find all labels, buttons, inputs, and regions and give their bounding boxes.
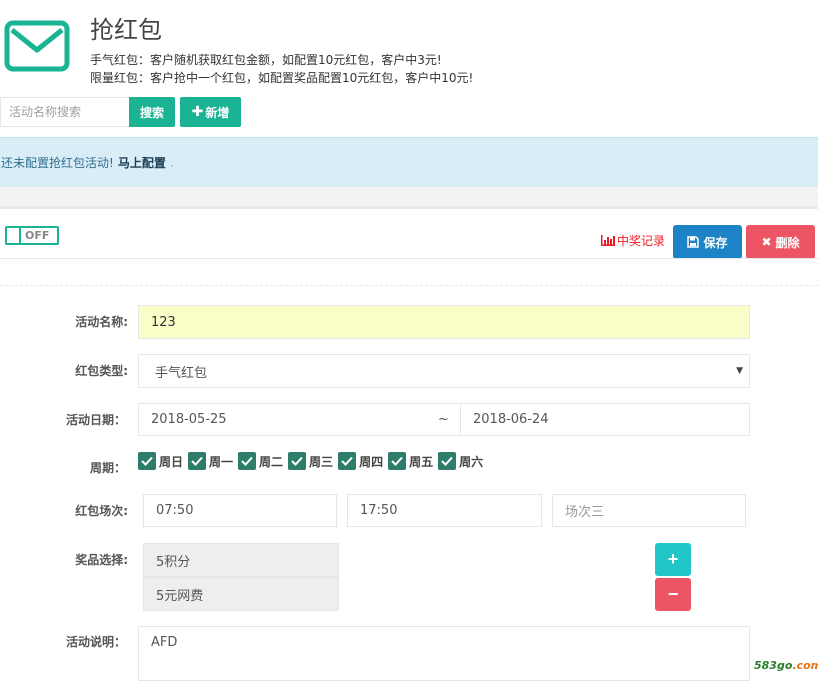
save-button-label: 保存 (703, 235, 728, 250)
status-toggle[interactable]: OFF (5, 226, 59, 245)
close-icon: ✖ (761, 235, 772, 249)
weekday-label: 周一 (209, 454, 234, 469)
packet-type-label: 红包类型: (75, 364, 128, 378)
check-icon (138, 452, 156, 470)
add-button-label: 新增 (205, 105, 230, 120)
win-record-link[interactable]: 中奖记录 (601, 232, 665, 249)
configure-now-link[interactable]: 马上配置 (118, 154, 166, 171)
session3-input[interactable]: 场次三 (552, 494, 746, 527)
plus-icon: + (667, 549, 679, 569)
win-record-label: 中奖记录 (617, 234, 666, 248)
description-limited: 限量红包：客户抢中一个红包，如配置奖品配置10元红包，客户中10元! (90, 71, 474, 85)
weekday-sun[interactable]: 周日 (138, 452, 183, 470)
envelope-icon (4, 20, 70, 72)
check-icon (438, 452, 457, 470)
weekday-label: 周日 (159, 454, 184, 469)
activity-desc-textarea[interactable]: AFD (138, 626, 750, 681)
prize-item[interactable]: 5元网费 (143, 577, 339, 611)
session-label: 红包场次: (75, 504, 128, 518)
check-icon (288, 452, 307, 470)
search-input[interactable] (0, 97, 129, 127)
prize-item[interactable]: 5积分 (143, 543, 339, 577)
toggle-label: OFF (25, 229, 50, 242)
check-icon (388, 452, 407, 470)
activity-name-label: 活动名称: (75, 315, 128, 329)
page-title: 抢红包 (90, 16, 162, 44)
weekday-label: 周二 (259, 454, 284, 469)
remove-prize-button[interactable]: − (655, 578, 691, 611)
session1-input[interactable]: 07:50 (143, 494, 337, 527)
weekday-fri[interactable]: 周五 (388, 452, 433, 470)
weekday-checkboxes: 周日 周一 周二 周三 周四 周五 周六 (138, 452, 488, 470)
weekday-label: 周四 (359, 454, 384, 469)
plus-icon: ✚ (191, 104, 204, 120)
packet-type-select[interactable]: 手气红包 ▼ (138, 354, 750, 388)
activity-name-input[interactable]: 123 (138, 305, 750, 339)
start-date-input[interactable]: 2018-05-25 (138, 403, 427, 436)
info-alert: 还未配置抢红包活动! 马上配置 . (0, 137, 818, 187)
check-icon (188, 452, 207, 470)
prize-label: 奖品选择: (75, 553, 128, 567)
weekday-sat[interactable]: 周六 (438, 452, 483, 470)
description-lucky: 手气红包：客户随机获取红包金额，如配置10元红包，客户中3元! (90, 53, 442, 67)
add-button[interactable]: ✚ 新增 (180, 97, 241, 127)
delete-button-label: 删除 (775, 235, 800, 250)
activity-desc-label: 活动说明： (65, 635, 126, 649)
divider (0, 258, 818, 259)
check-icon (338, 452, 357, 470)
watermark: 583go.com (754, 659, 818, 672)
alert-text: 还未配置抢红包活动! (1, 156, 114, 170)
bar-chart-icon (601, 235, 615, 246)
weekday-wed[interactable]: 周三 (288, 452, 333, 470)
weekday-thu[interactable]: 周四 (338, 452, 383, 470)
add-prize-button[interactable]: + (655, 543, 691, 576)
alert-suffix: . (169, 155, 174, 170)
save-button[interactable]: 保存 (673, 225, 742, 259)
date-separator: ~ (426, 403, 461, 436)
search-button[interactable]: 搜索 (129, 97, 175, 127)
activity-date-label: 活动日期： (65, 413, 126, 427)
minus-icon: − (667, 584, 679, 604)
chevron-down-icon: ▼ (736, 366, 743, 376)
check-icon (238, 452, 257, 470)
toggle-knob (7, 228, 21, 243)
weekday-label: 周三 (309, 454, 334, 469)
weekday-label: 周五 (409, 454, 434, 469)
weekday-label: 周六 (459, 454, 484, 469)
dashed-divider (0, 285, 818, 286)
period-label: 周期： (89, 461, 126, 475)
section-divider (0, 187, 818, 209)
session2-input[interactable]: 17:50 (347, 494, 542, 527)
packet-type-value: 手气红包 (155, 365, 208, 381)
end-date-input[interactable]: 2018-06-24 (460, 403, 750, 436)
delete-button[interactable]: ✖ 删除 (746, 225, 815, 259)
floppy-disk-icon (687, 236, 700, 248)
weekday-tue[interactable]: 周二 (238, 452, 283, 470)
weekday-mon[interactable]: 周一 (188, 452, 233, 470)
